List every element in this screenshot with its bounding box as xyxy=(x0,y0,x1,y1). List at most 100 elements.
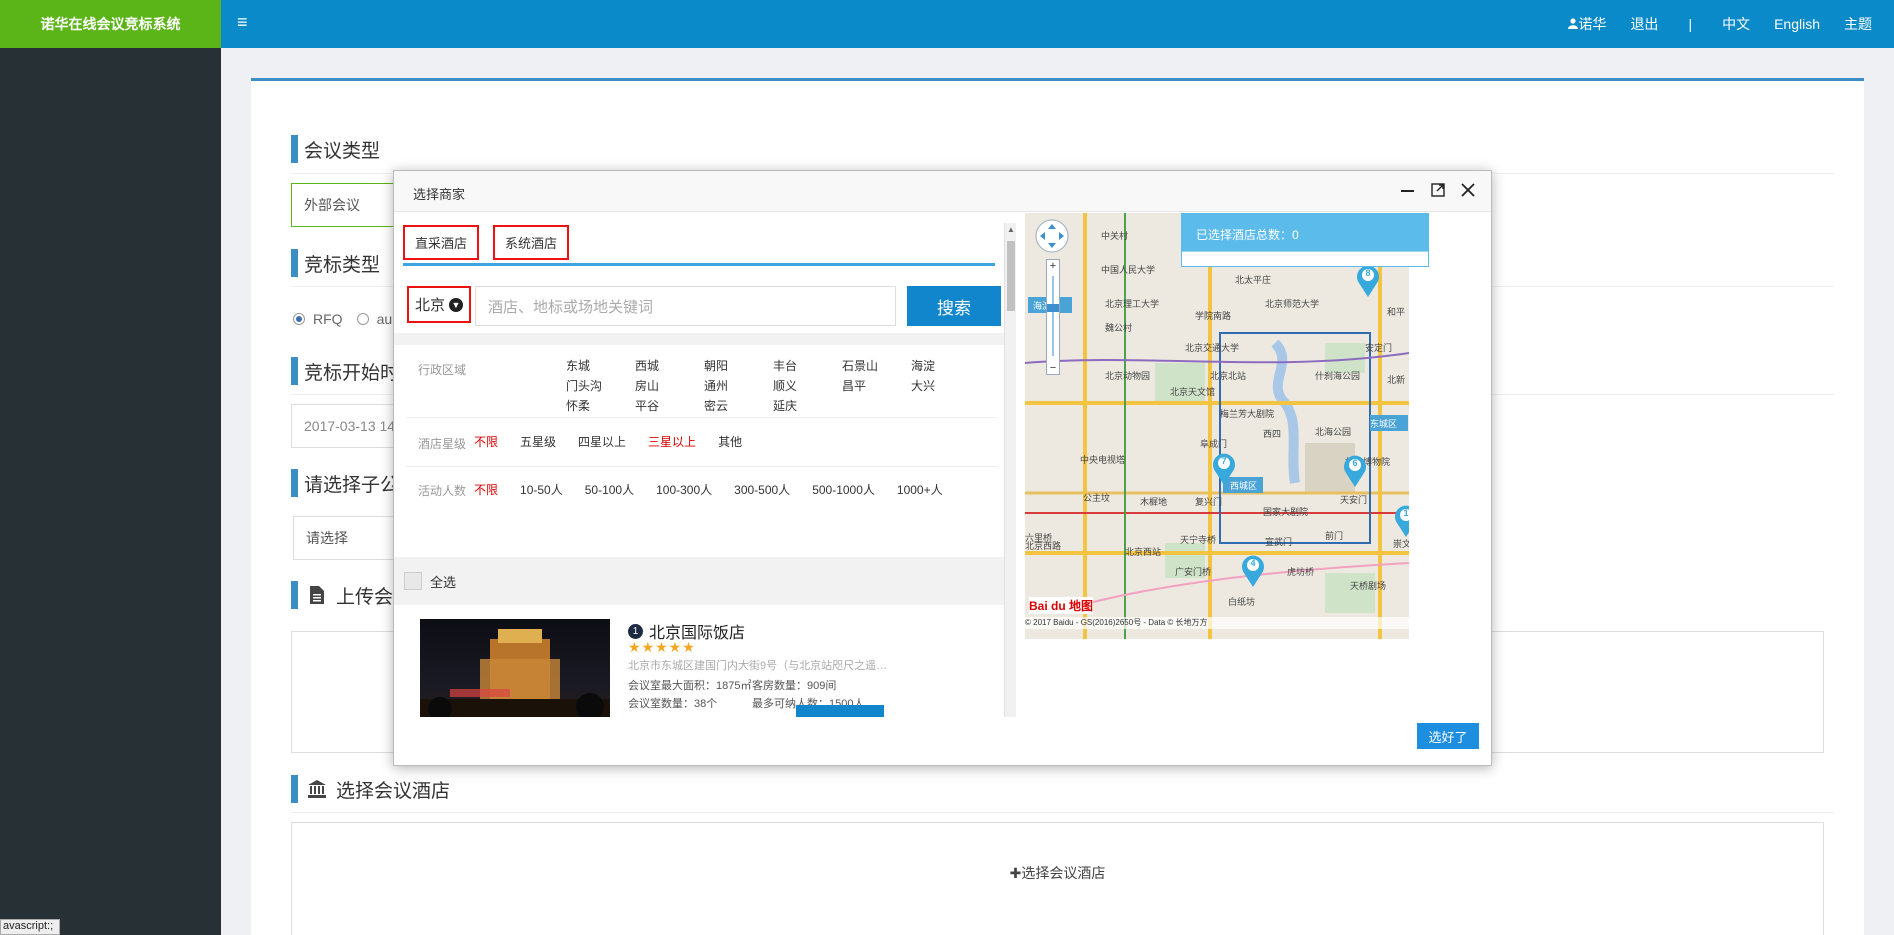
map-hotel-pin[interactable]: 8 xyxy=(1355,263,1381,297)
map-place-label: 中央电视塔 xyxy=(1080,455,1126,465)
district-option[interactable]: 西城 xyxy=(635,357,704,374)
district-option[interactable]: 通州 xyxy=(704,377,773,394)
filter-label: 酒店星级 xyxy=(418,437,467,451)
map-place-label: 梅兰芳大剧院 xyxy=(1220,409,1275,419)
user-icon xyxy=(1568,18,1579,29)
lang-en-link[interactable]: English xyxy=(1774,16,1820,32)
add-hotel-button[interactable]: ✚选择会议酒店 xyxy=(292,863,1823,883)
scrollbar-thumb[interactable] xyxy=(1007,241,1015,311)
district-options: 东城 西城 朝阳 丰台 石景山 海淀 门头沟 房山 通州 顺义 昌平 大兴 怀柔… xyxy=(566,357,980,414)
map-copyright: © 2017 Baidu - GS(2016)2650号 - Data © 长地… xyxy=(1025,617,1409,629)
select-all-checkbox[interactable] xyxy=(404,572,422,590)
hotel-list-item[interactable]: 1 北京国际饭店 ★★★★★ 北京市东城区建国门内大街9号（与北京站咫尺之遥）|… xyxy=(394,605,1004,717)
minimize-icon[interactable] xyxy=(1399,181,1417,199)
section-title: 会议类型 xyxy=(304,140,381,162)
section-title: 请选择子公 xyxy=(304,474,400,496)
people-option[interactable]: 1000+人 xyxy=(897,481,943,498)
star-filter: 酒店星级 不限 五星级 四星以上 三星以上 其他 xyxy=(406,418,998,467)
people-option[interactable]: 50-100人 xyxy=(585,481,634,498)
baidu-map[interactable]: 中关村 中国人民大学 北太平庄 北京理工大学 北京师范大学 学院南路 魏公村 北京交通大学 安定… xyxy=(1025,213,1409,639)
map-zoom-control[interactable]: + − xyxy=(1046,259,1060,375)
logout-link[interactable]: 退出 xyxy=(1630,14,1658,34)
hotel-select-area: ✚选择会议酒店 xyxy=(291,822,1824,935)
filter-label: 行政区域 xyxy=(418,363,467,377)
people-option[interactable]: 100-300人 xyxy=(656,481,712,498)
people-option[interactable]: 500-1000人 xyxy=(812,481,875,498)
district-option[interactable]: 昌平 xyxy=(842,377,911,394)
district-option[interactable]: 东城 xyxy=(566,357,635,374)
map-hotel-pin[interactable]: 6 xyxy=(1342,453,1368,487)
menu-toggle-icon[interactable]: ≡ xyxy=(237,12,248,33)
map-place-label: 东城区 xyxy=(1370,419,1398,429)
confirm-selection-button[interactable]: 选好了 xyxy=(1417,723,1479,749)
city-name: 北京 xyxy=(415,297,446,314)
map-place-label: 北京西路 xyxy=(1025,541,1062,551)
lang-zh-link[interactable]: 中文 xyxy=(1722,14,1750,34)
district-option[interactable]: 密云 xyxy=(704,397,773,414)
sub-company-select[interactable]: 请选择 xyxy=(293,516,403,560)
hotel-rooms: 客房数量：909间 xyxy=(752,680,837,692)
district-option[interactable]: 石景山 xyxy=(842,357,911,374)
zoom-out-icon[interactable]: − xyxy=(1047,362,1059,374)
zoom-in-icon[interactable]: + xyxy=(1047,260,1059,272)
user-menu[interactable]: 诺华 xyxy=(1568,14,1606,34)
list-scrollbar[interactable]: ▲ xyxy=(1004,223,1016,717)
map-place-label: 宣武门 xyxy=(1265,537,1293,547)
people-option[interactable]: 不限 xyxy=(474,481,498,498)
hotel-search-pane: 直采酒店 系统酒店 北京 ▼ 酒店、地标或场地关键词 搜索 行政区域 东城 西城… xyxy=(394,213,1004,717)
section-marker xyxy=(291,357,298,385)
dialog-footer: 选好了 xyxy=(394,715,1491,765)
star-option[interactable]: 不限 xyxy=(474,433,498,450)
map-hotel-pin[interactable]: 4 xyxy=(1240,553,1266,587)
app-brand: 诺华在线会议竞标系统 xyxy=(0,0,221,48)
district-option[interactable]: 门头沟 xyxy=(566,377,635,394)
tab-direct-hotels[interactable]: 直采酒店 xyxy=(403,225,480,260)
district-option[interactable]: 延庆 xyxy=(773,397,842,414)
map-place-label: 中关村 xyxy=(1101,231,1129,241)
people-option[interactable]: 300-500人 xyxy=(734,481,790,498)
radio-auction[interactable] xyxy=(356,313,369,325)
map-place-label: 阜成门 xyxy=(1200,439,1228,449)
bid-start-input[interactable]: 2017-03-13 14 xyxy=(291,404,401,448)
district-option[interactable]: 顺义 xyxy=(773,377,842,394)
selected-count-label: 已选择酒店总数：0 xyxy=(1196,228,1299,242)
maximize-icon[interactable] xyxy=(1429,181,1447,199)
star-option[interactable]: 四星以上 xyxy=(578,433,626,450)
star-option[interactable]: 五星级 xyxy=(520,433,556,450)
tab-system-hotels[interactable]: 系统酒店 xyxy=(493,225,570,260)
dialog-title: 选择商家 xyxy=(413,187,466,202)
city-selector[interactable]: 北京 ▼ xyxy=(407,286,472,323)
meeting-type-select[interactable]: 外部会议 xyxy=(291,183,401,227)
district-option[interactable]: 怀柔 xyxy=(566,397,635,414)
map-place-label: 北太平庄 xyxy=(1235,275,1272,285)
district-option[interactable]: 丰台 xyxy=(773,357,842,374)
search-button[interactable]: 搜索 xyxy=(907,286,1001,326)
hotel-search-input[interactable]: 酒店、地标或场地关键词 xyxy=(475,286,896,326)
map-place-label: 天宁寺桥 xyxy=(1180,535,1217,545)
zoom-slider-thumb[interactable] xyxy=(1047,304,1059,312)
map-pan-control-icon[interactable] xyxy=(1035,219,1069,253)
hotel-stars: ★★★★★ xyxy=(628,639,696,655)
district-option[interactable]: 房山 xyxy=(635,377,704,394)
map-hotel-pin[interactable]: 1 xyxy=(1393,503,1409,537)
map-pin-number: 4 xyxy=(1250,558,1256,568)
star-option[interactable]: 其他 xyxy=(718,433,742,450)
divider xyxy=(291,812,1834,813)
radio-rfq[interactable] xyxy=(293,313,305,325)
district-option[interactable]: 朝阳 xyxy=(704,357,773,374)
map-place-label: 天桥剧场 xyxy=(1350,581,1387,591)
map-place-label: 公主坟 xyxy=(1083,493,1111,503)
district-option[interactable]: 大兴 xyxy=(911,377,980,394)
scroll-up-icon[interactable]: ▲ xyxy=(1007,225,1015,234)
people-option[interactable]: 10-50人 xyxy=(520,481,563,498)
close-icon[interactable] xyxy=(1459,181,1477,199)
top-nav-links: 诺华 退出 | 中文 English 主题 xyxy=(1556,0,1884,48)
star-option[interactable]: 三星以上 xyxy=(648,433,696,450)
section-title: 选择会议酒店 xyxy=(336,780,451,802)
filter-panel: 行政区域 东城 西城 朝阳 丰台 石景山 海淀 门头沟 房山 通州 顺义 昌平 … xyxy=(406,345,998,512)
section-title: 竞标开始时 xyxy=(304,362,400,384)
map-hotel-pin[interactable]: 7 xyxy=(1211,451,1237,485)
district-option[interactable]: 平谷 xyxy=(635,397,704,414)
theme-link[interactable]: 主题 xyxy=(1844,14,1872,34)
district-option[interactable]: 海淀 xyxy=(911,357,980,374)
